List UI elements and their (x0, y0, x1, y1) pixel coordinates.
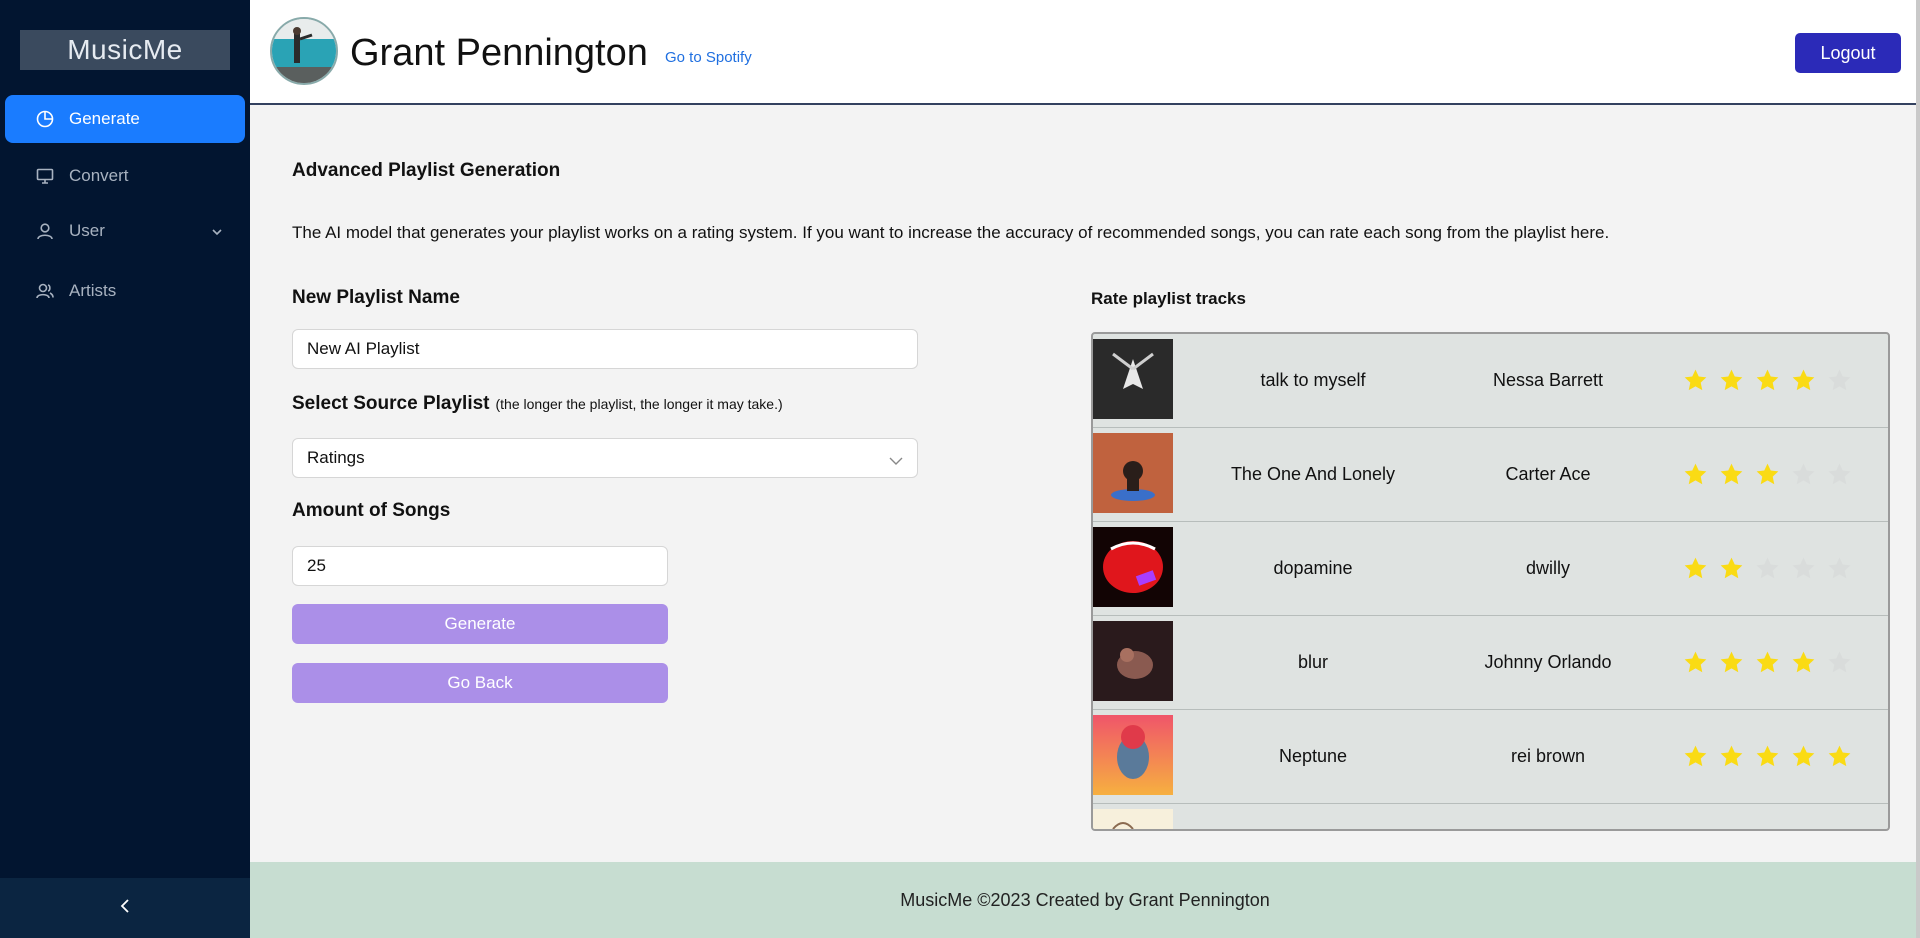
star-rating[interactable] (1683, 556, 1852, 581)
star-empty-icon[interactable] (1791, 556, 1816, 581)
generate-button[interactable]: Generate (292, 604, 668, 644)
album-cover (1093, 433, 1173, 513)
amount-songs-value: 25 (307, 556, 326, 575)
pie-chart-icon (35, 109, 55, 129)
tracks-list[interactable]: talk to myself Nessa Barrett The One And… (1091, 332, 1890, 831)
album-cover (1093, 527, 1173, 607)
star-filled-icon[interactable] (1791, 650, 1816, 675)
sidebar-collapse-button[interactable] (0, 878, 250, 938)
playlist-name-input[interactable]: New AI Playlist (292, 329, 918, 369)
track-name: talk to myself (1260, 370, 1366, 390)
sidebar-item-label: Artists (69, 281, 117, 300)
star-rating[interactable] (1683, 744, 1852, 769)
chevron-down-icon (889, 452, 903, 472)
track-artist: Johnny Orlando (1484, 652, 1612, 672)
star-filled-icon[interactable] (1755, 744, 1780, 769)
playlist-name-value: New AI Playlist (307, 339, 420, 358)
star-filled-icon[interactable] (1719, 744, 1744, 769)
playlist-name-label: New Playlist Name (292, 287, 460, 308)
source-playlist-select[interactable]: Ratings (292, 438, 918, 478)
track-name: dopamine (1273, 558, 1353, 578)
star-empty-icon[interactable] (1791, 462, 1816, 487)
star-filled-icon[interactable] (1791, 744, 1816, 769)
track-row: dopamine dwilly (1093, 522, 1888, 616)
source-playlist-value: Ratings (307, 448, 365, 467)
star-filled-icon[interactable] (1683, 462, 1708, 487)
star-filled-icon[interactable] (1827, 744, 1852, 769)
monitor-icon (35, 166, 55, 186)
star-filled-icon[interactable] (1719, 368, 1744, 393)
header: Grant Pennington Go to Spotify Logout (250, 0, 1920, 105)
star-empty-icon[interactable] (1827, 368, 1852, 393)
app-logo: MusicMe (20, 30, 230, 70)
track-name: blur (1297, 652, 1328, 672)
track-artist: dwilly (1525, 558, 1570, 578)
star-filled-icon[interactable] (1719, 556, 1744, 581)
sidebar-item-generate[interactable]: Generate (5, 95, 245, 143)
page-title: Advanced Playlist Generation (292, 160, 561, 181)
track-row: The One And Lonely Carter Ace (1093, 428, 1888, 522)
star-filled-icon[interactable] (1683, 744, 1708, 769)
go-back-button[interactable]: Go Back (292, 663, 668, 703)
star-filled-icon[interactable] (1683, 556, 1708, 581)
star-rating[interactable] (1683, 368, 1852, 393)
album-cover (1093, 339, 1173, 419)
sidebar-item-convert[interactable]: Convert (5, 152, 245, 200)
star-filled-icon[interactable] (1755, 650, 1780, 675)
album-cover (1093, 621, 1173, 701)
source-playlist-label: Select Source Playlist (the longer the pl… (292, 393, 783, 415)
track-row: blur Johnny Orlando (1093, 616, 1888, 710)
star-filled-icon[interactable] (1755, 462, 1780, 487)
sidebar-item-label: Convert (69, 166, 129, 185)
sidebar: MusicMe Generate Convert User Artists (0, 0, 250, 938)
avatar (270, 17, 338, 85)
track-artist: Nessa Barrett (1492, 370, 1604, 390)
sidebar-item-user[interactable]: User (5, 207, 245, 255)
star-filled-icon[interactable] (1683, 368, 1708, 393)
track-artist: rei brown (1510, 746, 1586, 766)
logout-button[interactable]: Logout (1795, 33, 1901, 73)
user-icon (35, 221, 55, 241)
star-filled-icon[interactable] (1719, 650, 1744, 675)
page-description: The AI model that generates your playlis… (292, 223, 1610, 242)
star-rating[interactable] (1683, 462, 1852, 487)
sidebar-item-label: Generate (69, 109, 140, 128)
star-empty-icon[interactable] (1827, 462, 1852, 487)
amount-songs-input[interactable]: 25 (292, 546, 668, 586)
rate-tracks-title: Rate playlist tracks (1091, 289, 1246, 308)
star-empty-icon[interactable] (1827, 650, 1852, 675)
track-name: Neptune (1278, 746, 1348, 766)
track-row-partial (1093, 804, 1888, 829)
track-name: The One And Lonely (1230, 464, 1396, 484)
chevron-left-icon (118, 898, 132, 919)
chevron-down-icon (211, 223, 223, 243)
source-playlist-hint: (the longer the playlist, the longer it … (495, 396, 783, 412)
page-scrollbar[interactable] (1916, 0, 1920, 938)
star-filled-icon[interactable] (1755, 368, 1780, 393)
star-filled-icon[interactable] (1683, 650, 1708, 675)
track-artist: Carter Ace (1505, 464, 1591, 484)
sidebar-item-label: User (69, 221, 105, 240)
star-empty-icon[interactable] (1755, 556, 1780, 581)
track-row: talk to myself Nessa Barrett (1093, 334, 1888, 428)
album-cover (1093, 715, 1173, 795)
user-name: Grant Pennington (350, 32, 648, 74)
album-cover (1093, 809, 1173, 829)
track-row: Neptune rei brown (1093, 710, 1888, 804)
star-filled-icon[interactable] (1791, 368, 1816, 393)
go-to-spotify-link[interactable]: Go to Spotify (665, 49, 752, 66)
team-icon (35, 281, 55, 301)
sidebar-item-artists[interactable]: Artists (5, 267, 245, 315)
source-playlist-label-text: Select Source Playlist (292, 393, 490, 414)
footer: MusicMe ©2023 Created by Grant Penningto… (250, 862, 1920, 938)
amount-songs-label: Amount of Songs (292, 500, 451, 521)
star-rating[interactable] (1683, 650, 1852, 675)
star-empty-icon[interactable] (1827, 556, 1852, 581)
star-filled-icon[interactable] (1719, 462, 1744, 487)
